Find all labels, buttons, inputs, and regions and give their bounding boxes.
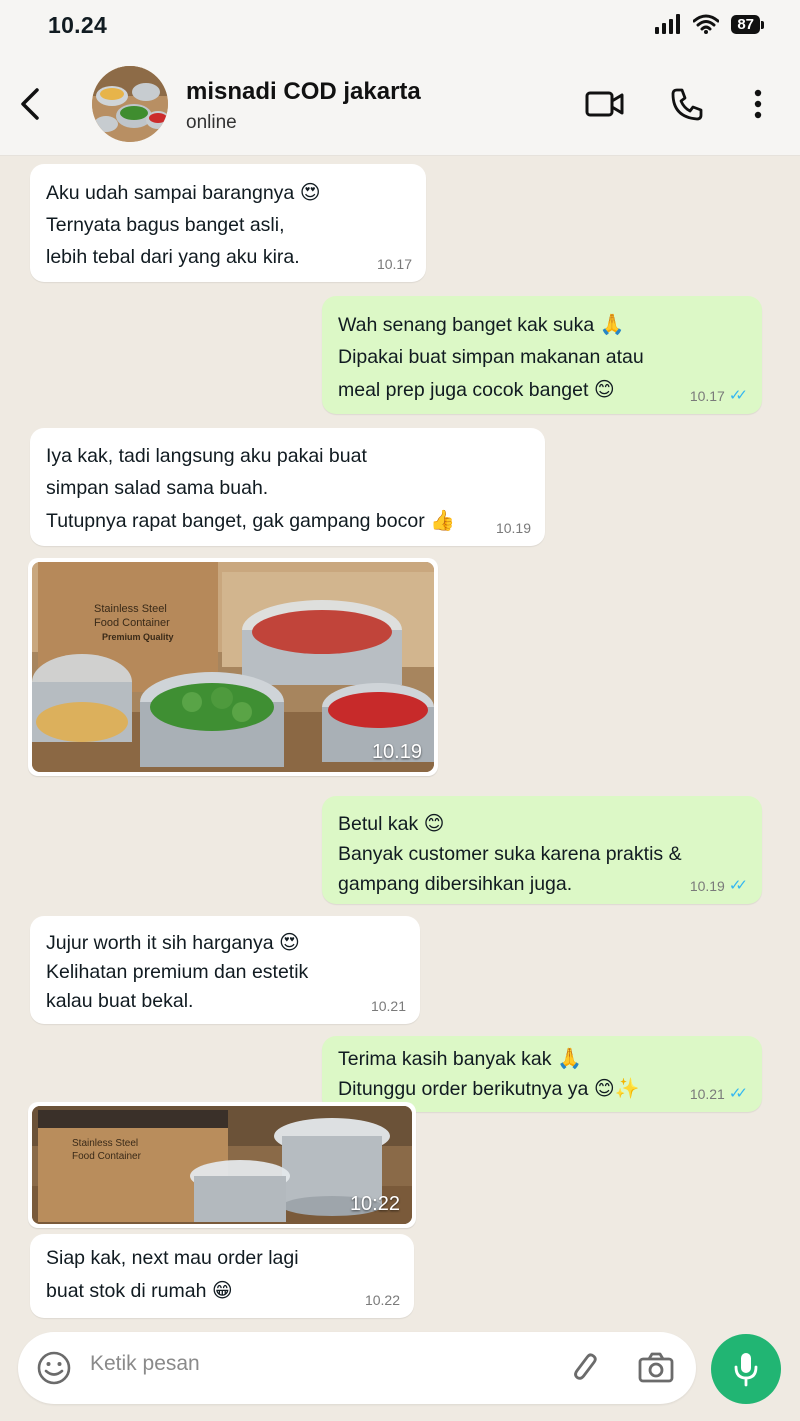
smile-emoji: 😊 [423, 811, 445, 835]
voice-call-button[interactable] [668, 84, 706, 124]
message-text: Iya kak, tadi langsung aku pakai buat [46, 445, 367, 467]
message-text: Ternyata bagus banget asli, [46, 214, 285, 236]
product-photo: Stainless Steel Food Container 10:22 [32, 1106, 412, 1224]
message-text: Jujur worth it sih harganya 😍 [46, 930, 300, 954]
message-photo[interactable]: Stainless Steel Food Container Premium Q… [28, 558, 438, 776]
box-label: Stainless Steel [72, 1138, 138, 1149]
avatar[interactable] [92, 66, 168, 142]
message-text: Wah senang banget kak suka 🙏 [338, 312, 625, 336]
message-photo[interactable]: Stainless Steel Food Container 10:22 [28, 1102, 416, 1228]
back-button[interactable] [12, 82, 48, 126]
message-text: Ditunggu order berikutnya ya 😊✨ [338, 1076, 640, 1100]
grin-emoji: 😁 [211, 1278, 233, 1302]
smile-emoji: 😊 [593, 377, 615, 401]
message-time: 10.19 ✓✓ [689, 877, 748, 895]
video-call-button[interactable] [584, 84, 626, 124]
message-time: 10.17 [376, 256, 412, 272]
box-label: Food Container [72, 1151, 142, 1162]
back-arrow-icon [21, 88, 39, 120]
message-outgoing[interactable]: Betul kak 😊 Banyak customer suka karena … [322, 796, 762, 904]
camera-icon[interactable] [638, 1352, 674, 1384]
input-bar: Ketik pesan [0, 1326, 800, 1421]
message-incoming[interactable]: Aku udah sampai barangnya 😍 Ternyata bag… [30, 164, 426, 282]
product-photo: Stainless Steel Food Container Premium Q… [32, 562, 434, 772]
read-ticks-icon: ✓✓ [728, 877, 748, 894]
message-text: Dipakai buat simpan makanan atau [338, 346, 644, 368]
message-time: 10.17 ✓✓ [689, 387, 748, 405]
message-time: 10.21 ✓✓ [689, 1085, 748, 1103]
emoji-icon[interactable] [36, 1350, 72, 1386]
message-time: 10.22 [364, 1292, 400, 1308]
signal-icon [655, 14, 681, 34]
pray-emoji: 🙏 [599, 312, 625, 336]
box-label: Premium Quality [102, 632, 174, 642]
status-time: 10.24 [48, 12, 108, 38]
input-placeholder: Ketik pesan [90, 1352, 200, 1375]
video-call-icon [585, 91, 624, 117]
message-text: kalau buat bekal. [46, 990, 194, 1012]
heart-eyes-emoji: 😍 [299, 180, 321, 204]
phone-icon [671, 88, 703, 121]
message-text: Banyak customer suka karena praktis & [338, 843, 682, 865]
message-text: buat stok di rumah 😁 [46, 1278, 233, 1302]
mic-button[interactable] [711, 1334, 781, 1404]
message-text: Terima kasih banyak kak 🙏 [338, 1046, 582, 1070]
message-outgoing[interactable]: Wah senang banget kak suka 🙏 Dipakai bua… [322, 296, 762, 414]
message-outgoing[interactable]: Terima kasih banyak kak 🙏 Ditunggu order… [322, 1036, 762, 1112]
smile-sparkle-emoji: 😊✨ [593, 1076, 640, 1100]
box-label: Food Container [94, 617, 170, 629]
photo-time: 10.19 [371, 741, 422, 763]
chat-header: misnadi COD jakarta online [0, 52, 800, 156]
status-bar: 10.24 87 [0, 0, 800, 52]
message-text: Kelihatan premium dan estetik [46, 961, 309, 983]
status-icons: 87 [655, 14, 764, 34]
contact-name[interactable]: misnadi COD jakarta [186, 78, 421, 106]
message-text: Siap kak, next mau order lagi [46, 1247, 299, 1269]
message-text: lebih tebal dari yang aku kira. [46, 246, 300, 268]
more-options-button[interactable] [748, 84, 768, 124]
message-input[interactable]: Ketik pesan [18, 1332, 696, 1404]
heart-eyes-emoji: 😍 [279, 930, 300, 954]
message-text: Betul kak 😊 [338, 811, 445, 835]
wifi-icon [693, 14, 720, 34]
message-incoming[interactable]: Siap kak, next mau order lagi buat stok … [30, 1234, 414, 1318]
message-text: gampang dibersihkan juga. [338, 873, 573, 895]
message-time: 10.19 [495, 520, 531, 536]
message-text: Aku udah sampai barangnya 😍 [46, 180, 321, 204]
battery-indicator: 87 [731, 14, 764, 34]
thumbs-up-emoji: 👍 [430, 508, 456, 532]
chat-area[interactable]: Aku udah sampai barangnya 😍 Ternyata bag… [0, 156, 800, 1326]
more-vert-icon [754, 89, 762, 119]
photo-time: 10:22 [349, 1193, 400, 1215]
pray-emoji: 🙏 [556, 1046, 582, 1070]
box-label: Stainless Steel [94, 603, 167, 615]
read-ticks-icon: ✓✓ [728, 387, 748, 404]
mic-icon [734, 1353, 758, 1387]
message-time: 10.21 [370, 998, 406, 1014]
message-text: Tutupnya rapat banget, gak gampang bocor… [46, 508, 456, 532]
message-incoming[interactable]: Iya kak, tadi langsung aku pakai buat si… [30, 428, 545, 546]
attach-icon[interactable] [570, 1350, 604, 1386]
message-text: meal prep juga cocok banget 😊 [338, 377, 615, 401]
read-ticks-icon: ✓✓ [728, 1085, 748, 1102]
contact-status: online [186, 112, 237, 133]
message-incoming[interactable]: Jujur worth it sih harganya 😍 Kelihatan … [30, 916, 420, 1024]
message-text: simpan salad sama buah. [46, 477, 269, 499]
